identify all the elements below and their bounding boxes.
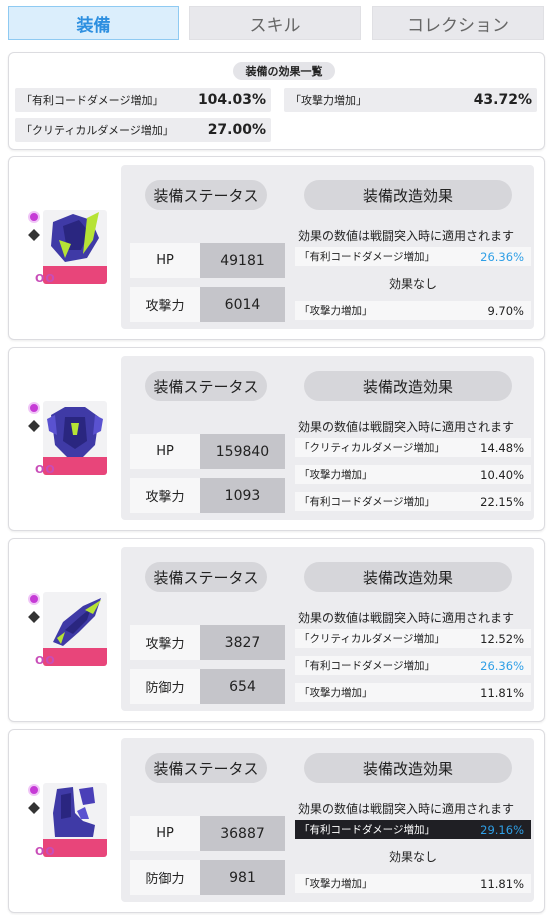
equipment-detail-panel: 装備ステータス 装備改造効果 攻撃力 3827 防御力 654 効果の数値は戦闘… (121, 547, 534, 711)
mod-effect-header: 装備改造効果 (304, 371, 512, 401)
effect-value: 11.81% (480, 876, 524, 891)
summary-effect-name: 「攻撃力増加」 (290, 94, 367, 107)
effect-value: 12.52% (480, 631, 524, 646)
effect-name: 「有利コードダメージ増加」 (299, 660, 435, 672)
effect-note: 効果の数値は戦闘突入時に適用されます (298, 611, 515, 625)
stat-value: 654 (200, 669, 285, 704)
summary-row: 「クリティカルダメージ増加」 27.00% (15, 118, 271, 142)
summary-row: 「有利コードダメージ増加」 104.03% (15, 88, 271, 112)
rarity-icon (28, 784, 40, 796)
mod-effect-header: 装備改造効果 (304, 753, 512, 783)
summary-effect-value: 104.03% (197, 92, 266, 108)
equipment-card-3: OO 装備ステータス 装備改造効果 攻撃力 3827 防御力 654 効果の数値… (8, 538, 545, 722)
class-icon (28, 802, 40, 814)
class-icon (28, 420, 40, 432)
equipment-card-2: OO 装備ステータス 装備改造効果 HP 159840 攻撃力 1093 効果の… (8, 347, 545, 531)
effect-value: 11.81% (480, 685, 524, 700)
tab-bar: 装備 スキル コレクション (8, 6, 544, 40)
tab-collection[interactable]: コレクション (372, 6, 544, 40)
effect-row: 「クリティカルダメージ増加」 12.52% (295, 629, 531, 648)
effect-value: 14.48% (480, 440, 524, 455)
tab-skill[interactable]: スキル (189, 6, 361, 40)
effect-value: 9.70% (487, 303, 524, 318)
stat-label: 攻撃力 (130, 625, 200, 660)
stat-value: 3827 (200, 625, 285, 660)
stat-value: 36887 (200, 816, 285, 851)
level-indicator: OO (35, 272, 56, 285)
effect-summary-panel: 装備の効果一覧 「有利コードダメージ増加」 104.03% 「攻撃力増加」 43… (8, 52, 545, 150)
effect-note: 効果の数値は戦闘突入時に適用されます (298, 802, 515, 816)
tab-equipment[interactable]: 装備 (8, 6, 179, 40)
effect-value: 26.36% (480, 249, 524, 264)
effect-name: 「攻撃力増加」 (299, 469, 373, 481)
level-indicator: OO (35, 845, 56, 858)
effect-value: 22.15% (480, 494, 524, 509)
effect-name: 「有利コードダメージ増加」 (299, 251, 435, 263)
summary-title: 装備の効果一覧 (233, 62, 335, 80)
effect-name: 「攻撃力増加」 (299, 305, 373, 317)
stat-label: 防御力 (130, 860, 200, 895)
status-header: 装備ステータス (145, 180, 267, 210)
stat-label: 防御力 (130, 669, 200, 704)
level-indicator: OO (35, 463, 56, 476)
effect-note: 効果の数値は戦闘突入時に適用されます (298, 420, 515, 434)
status-header: 装備ステータス (145, 562, 267, 592)
effect-none: 効果なし (388, 277, 437, 291)
stat-label: HP (130, 434, 200, 469)
effect-name: 「攻撃力増加」 (299, 878, 373, 890)
mod-effect-header: 装備改造効果 (304, 562, 512, 592)
effect-row: 「有利コードダメージ増加」 26.36% (295, 656, 531, 675)
stat-label: 攻撃力 (130, 287, 200, 322)
effect-value: 29.16% (480, 822, 524, 837)
effect-name: 「クリティカルダメージ増加」 (299, 633, 445, 645)
equipment-detail-panel: 装備ステータス 装備改造効果 HP 36887 防御力 981 効果の数値は戦闘… (121, 738, 534, 902)
effect-name: 「有利コードダメージ増加」 (299, 496, 435, 508)
stat-label: HP (130, 243, 200, 278)
stat-value: 6014 (200, 287, 285, 322)
effect-row: 「攻撃力増加」 9.70% (295, 301, 531, 320)
equipment-detail-panel: 装備ステータス 装備改造効果 HP 159840 攻撃力 1093 効果の数値は… (121, 356, 534, 520)
equipment-card-1: OO 装備ステータス 装備改造効果 HP 49181 攻撃力 6014 効果の数… (8, 156, 545, 340)
status-header: 装備ステータス (145, 753, 267, 783)
effect-value: 10.40% (480, 467, 524, 482)
stat-value: 1093 (200, 478, 285, 513)
effect-row: 「攻撃力増加」 11.81% (295, 683, 531, 702)
effect-row-highlighted: 「有利コードダメージ増加」 29.16% (295, 820, 531, 839)
summary-effect-name: 「クリティカルダメージ増加」 (21, 124, 174, 137)
effect-row: 「有利コードダメージ増加」 22.15% (295, 492, 531, 511)
summary-effect-value: 43.72% (473, 92, 532, 108)
stat-label: HP (130, 816, 200, 851)
effect-row: 「有利コードダメージ増加」 26.36% (295, 247, 531, 266)
mod-effect-header: 装備改造効果 (304, 180, 512, 210)
effect-row: 「攻撃力増加」 11.81% (295, 874, 531, 893)
rarity-icon (28, 211, 40, 223)
rarity-icon (28, 402, 40, 414)
stat-value: 981 (200, 860, 285, 895)
stat-value: 159840 (200, 434, 285, 469)
effect-name: 「攻撃力増加」 (299, 687, 373, 699)
summary-row: 「攻撃力増加」 43.72% (284, 88, 537, 112)
effect-row: 「攻撃力増加」 10.40% (295, 465, 531, 484)
effect-row: 「クリティカルダメージ増加」 14.48% (295, 438, 531, 457)
level-indicator: OO (35, 654, 56, 667)
equipment-card-4: OO 装備ステータス 装備改造効果 HP 36887 防御力 981 効果の数値… (8, 729, 545, 913)
effect-name: 「有利コードダメージ増加」 (299, 824, 435, 836)
effect-note: 効果の数値は戦闘突入時に適用されます (298, 229, 515, 243)
class-icon (28, 229, 40, 241)
effect-none: 効果なし (388, 850, 437, 864)
summary-effect-value: 27.00% (207, 122, 266, 138)
stat-label: 攻撃力 (130, 478, 200, 513)
rarity-icon (28, 593, 40, 605)
status-header: 装備ステータス (145, 371, 267, 401)
stat-value: 49181 (200, 243, 285, 278)
class-icon (28, 611, 40, 623)
equipment-detail-panel: 装備ステータス 装備改造効果 HP 49181 攻撃力 6014 効果の数値は戦… (121, 165, 534, 329)
summary-effect-name: 「有利コードダメージ増加」 (21, 94, 164, 107)
effect-name: 「クリティカルダメージ増加」 (299, 442, 445, 454)
effect-value: 26.36% (480, 658, 524, 673)
